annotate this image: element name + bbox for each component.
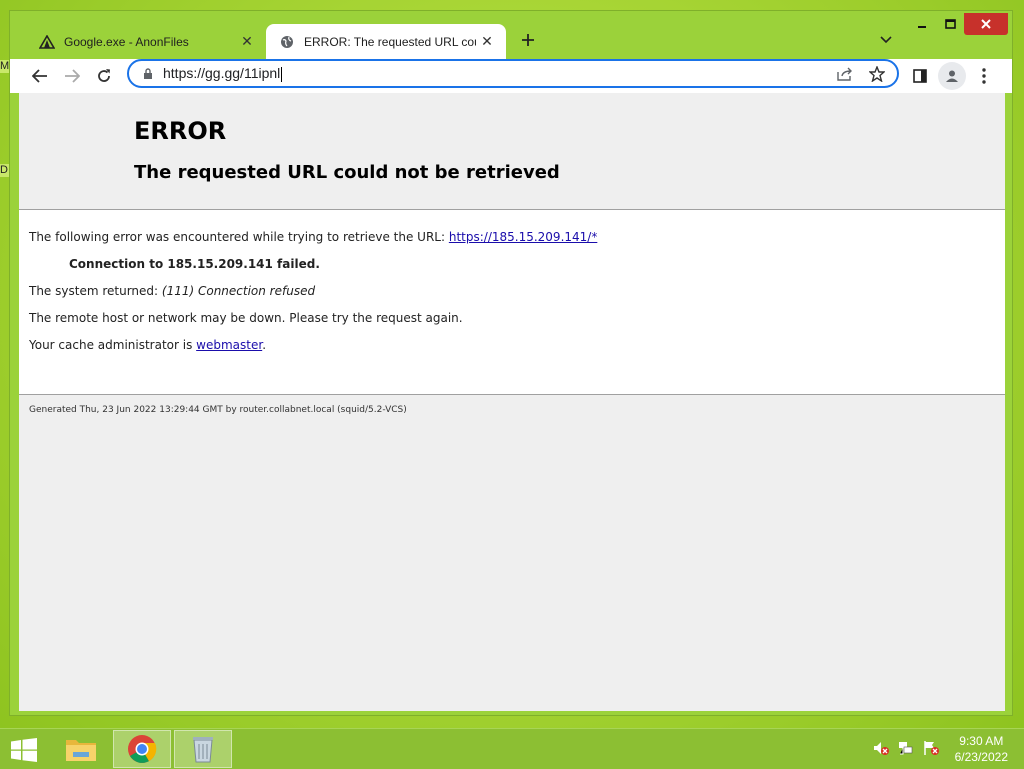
action-center-flag-icon[interactable]: [922, 739, 940, 757]
close-window-icon[interactable]: [964, 13, 1008, 35]
system-returned-label: The system returned:: [29, 284, 162, 298]
browser-toolbar: https://gg.gg/11ipnl: [10, 59, 1012, 93]
webmaster-link[interactable]: webmaster: [196, 338, 262, 352]
network-icon[interactable]: [897, 739, 915, 757]
volume-muted-icon[interactable]: [872, 739, 890, 757]
tab-search-chevron-icon[interactable]: [874, 28, 898, 52]
desktop-icon-label-m[interactable]: M: [0, 60, 9, 73]
cache-admin-label: Your cache administrator is: [29, 338, 197, 352]
generated-by-text: Generated Thu, 23 Jun 2022 13:29:44 GMT …: [29, 405, 407, 415]
taskbar: 9:30 AM 6/23/2022: [0, 728, 1024, 769]
connection-failed-text: Connection to 185.15.209.141 failed.: [69, 257, 320, 271]
requested-url-link[interactable]: https://185.15.209.141/*: [449, 230, 597, 244]
file-explorer-icon[interactable]: [52, 730, 110, 768]
system-returned-value: (111) Connection refused: [161, 284, 316, 298]
recycle-bin-app-icon[interactable]: [174, 730, 232, 768]
error-subheading: The requested URL could not be retrieved: [134, 162, 560, 183]
share-icon[interactable]: [833, 62, 857, 86]
anonfiles-icon: [38, 33, 56, 51]
address-bar[interactable]: https://gg.gg/11ipnl: [127, 59, 899, 88]
error-body: The following error was encountered whil…: [19, 210, 1005, 353]
back-arrow-icon[interactable]: [26, 62, 54, 90]
tab-strip: Google.exe - AnonFiles ✕ ERROR: The requ…: [10, 11, 1012, 59]
tab-close-icon[interactable]: ✕: [476, 31, 498, 53]
menu-kebab-icon[interactable]: [970, 62, 998, 90]
tab-title: Google.exe - AnonFiles: [64, 34, 189, 49]
forward-arrow-icon[interactable]: [58, 62, 86, 90]
reload-icon[interactable]: [90, 62, 118, 90]
taskbar-clock[interactable]: 9:30 AM 6/23/2022: [955, 733, 1008, 765]
system-returned-paragraph: The system returned: (111) Connection re…: [29, 284, 995, 299]
new-tab-plus-icon[interactable]: [516, 28, 540, 52]
url-text[interactable]: https://gg.gg/11ipnl: [163, 65, 833, 82]
intro-paragraph: The following error was encountered whil…: [29, 230, 995, 245]
error-footer: Generated Thu, 23 Jun 2022 13:29:44 GMT …: [19, 394, 1005, 711]
clock-date: 6/23/2022: [954, 750, 1008, 764]
intro-text: The following error was encountered whil…: [29, 230, 449, 244]
remote-host-text: The remote host or network may be down. …: [29, 311, 463, 325]
cache-admin-paragraph: Your cache administrator is webmaster.: [29, 338, 995, 353]
error-title-box: ERROR The requested URL could not be ret…: [19, 93, 1005, 210]
clock-time: 9:30 AM: [959, 734, 1004, 748]
cache-admin-suffix: .: [262, 338, 267, 352]
page-content: ERROR The requested URL could not be ret…: [19, 93, 1005, 711]
tab-anonfiles[interactable]: Google.exe - AnonFiles ✕: [28, 24, 266, 59]
chrome-taskbar-icon[interactable]: [113, 730, 171, 768]
lock-icon[interactable]: [141, 67, 155, 81]
profile-avatar-icon[interactable]: [938, 62, 966, 90]
tab-close-icon[interactable]: ✕: [236, 31, 258, 53]
globe-icon: [278, 33, 296, 51]
desktop-icon-label-d[interactable]: D: [0, 164, 9, 177]
side-panel-icon[interactable]: [906, 62, 934, 90]
tab-title: ERROR: The requested URL could: [304, 34, 476, 49]
browser-window: Google.exe - AnonFiles ✕ ERROR: The requ…: [9, 10, 1013, 716]
maximize-icon[interactable]: [936, 13, 964, 35]
minimize-icon[interactable]: [908, 13, 936, 35]
windows-start-icon[interactable]: [8, 736, 40, 764]
error-heading: ERROR: [134, 117, 227, 145]
tab-error[interactable]: ERROR: The requested URL could ✕: [266, 24, 506, 59]
bookmark-star-icon[interactable]: [865, 62, 889, 86]
